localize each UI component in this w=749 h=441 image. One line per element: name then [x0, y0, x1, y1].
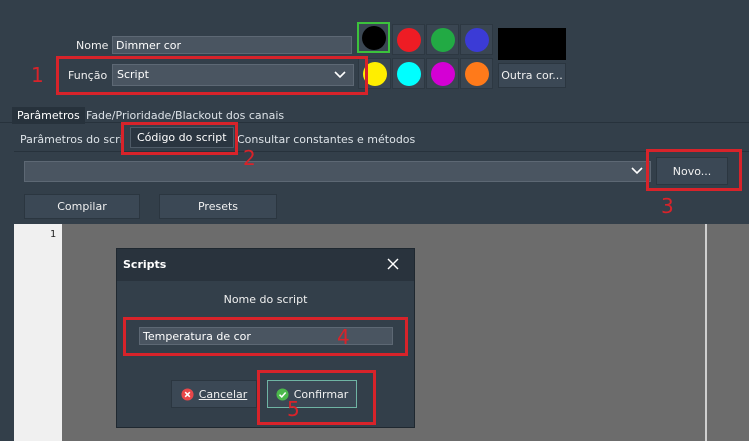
color-swatch-green[interactable]	[426, 24, 459, 55]
swatch-dot	[464, 27, 489, 52]
color-swatch-cyan[interactable]	[392, 58, 425, 89]
annotation-number-5: 5	[287, 397, 300, 421]
cancel-icon	[181, 387, 194, 401]
annotation-number-4: 4	[337, 325, 350, 349]
color-swatch-blue[interactable]	[460, 24, 493, 55]
script-select[interactable]	[24, 161, 651, 182]
annotation-box-5	[257, 370, 376, 425]
color-preview	[498, 28, 566, 60]
annotation-number-1: 1	[31, 63, 44, 87]
color-swatch-red[interactable]	[392, 24, 425, 55]
tab-fade-prioridade[interactable]: Fade/Prioridade/Blackout dos canais	[86, 109, 284, 122]
close-icon[interactable]	[386, 257, 400, 271]
annotation-box-1	[56, 56, 368, 95]
swatch-dot	[430, 61, 455, 86]
swatch-dot	[396, 61, 421, 86]
color-swatch-orange[interactable]	[460, 58, 493, 89]
line-number: 1	[50, 229, 57, 240]
tab-parametros[interactable]: Parâmetros	[12, 107, 85, 124]
swatch-dot	[396, 27, 421, 52]
annotation-number-3: 3	[661, 194, 674, 218]
swatch-dot	[361, 25, 386, 50]
tab-consultar-constantes[interactable]: Consultar constantes e métodos	[237, 133, 415, 146]
outra-cor-button[interactable]: Outra cor...	[498, 63, 566, 88]
compilar-button[interactable]: Compilar	[24, 194, 140, 219]
dialog-titlebar: Scripts	[117, 249, 414, 281]
nome-input[interactable]: Dimmer cor	[112, 36, 352, 54]
color-swatch-black[interactable]	[357, 22, 390, 53]
line-number-gutter	[14, 224, 62, 441]
presets-button[interactable]: Presets	[159, 194, 277, 219]
annotation-number-2: 2	[243, 146, 256, 170]
dialog-prompt: Nome do script	[223, 293, 308, 306]
editor-margin-line	[705, 224, 707, 441]
dialog-title: Scripts	[123, 258, 167, 271]
cancelar-label: Cancelar	[198, 387, 248, 401]
annotation-box-2	[121, 122, 238, 155]
color-swatch-magenta[interactable]	[426, 58, 459, 89]
cancelar-button[interactable]: Cancelar	[171, 380, 257, 408]
annotation-box-3	[646, 149, 742, 191]
annotation-box-4	[123, 317, 408, 356]
swatch-dot	[430, 27, 455, 52]
swatch-dot	[464, 61, 489, 86]
tab-parametros-do-script[interactable]: Parâmetros do script	[20, 133, 122, 146]
chevron-down-icon	[631, 167, 643, 175]
tab-bar-divider	[0, 122, 749, 123]
nome-label: Nome	[76, 39, 109, 52]
